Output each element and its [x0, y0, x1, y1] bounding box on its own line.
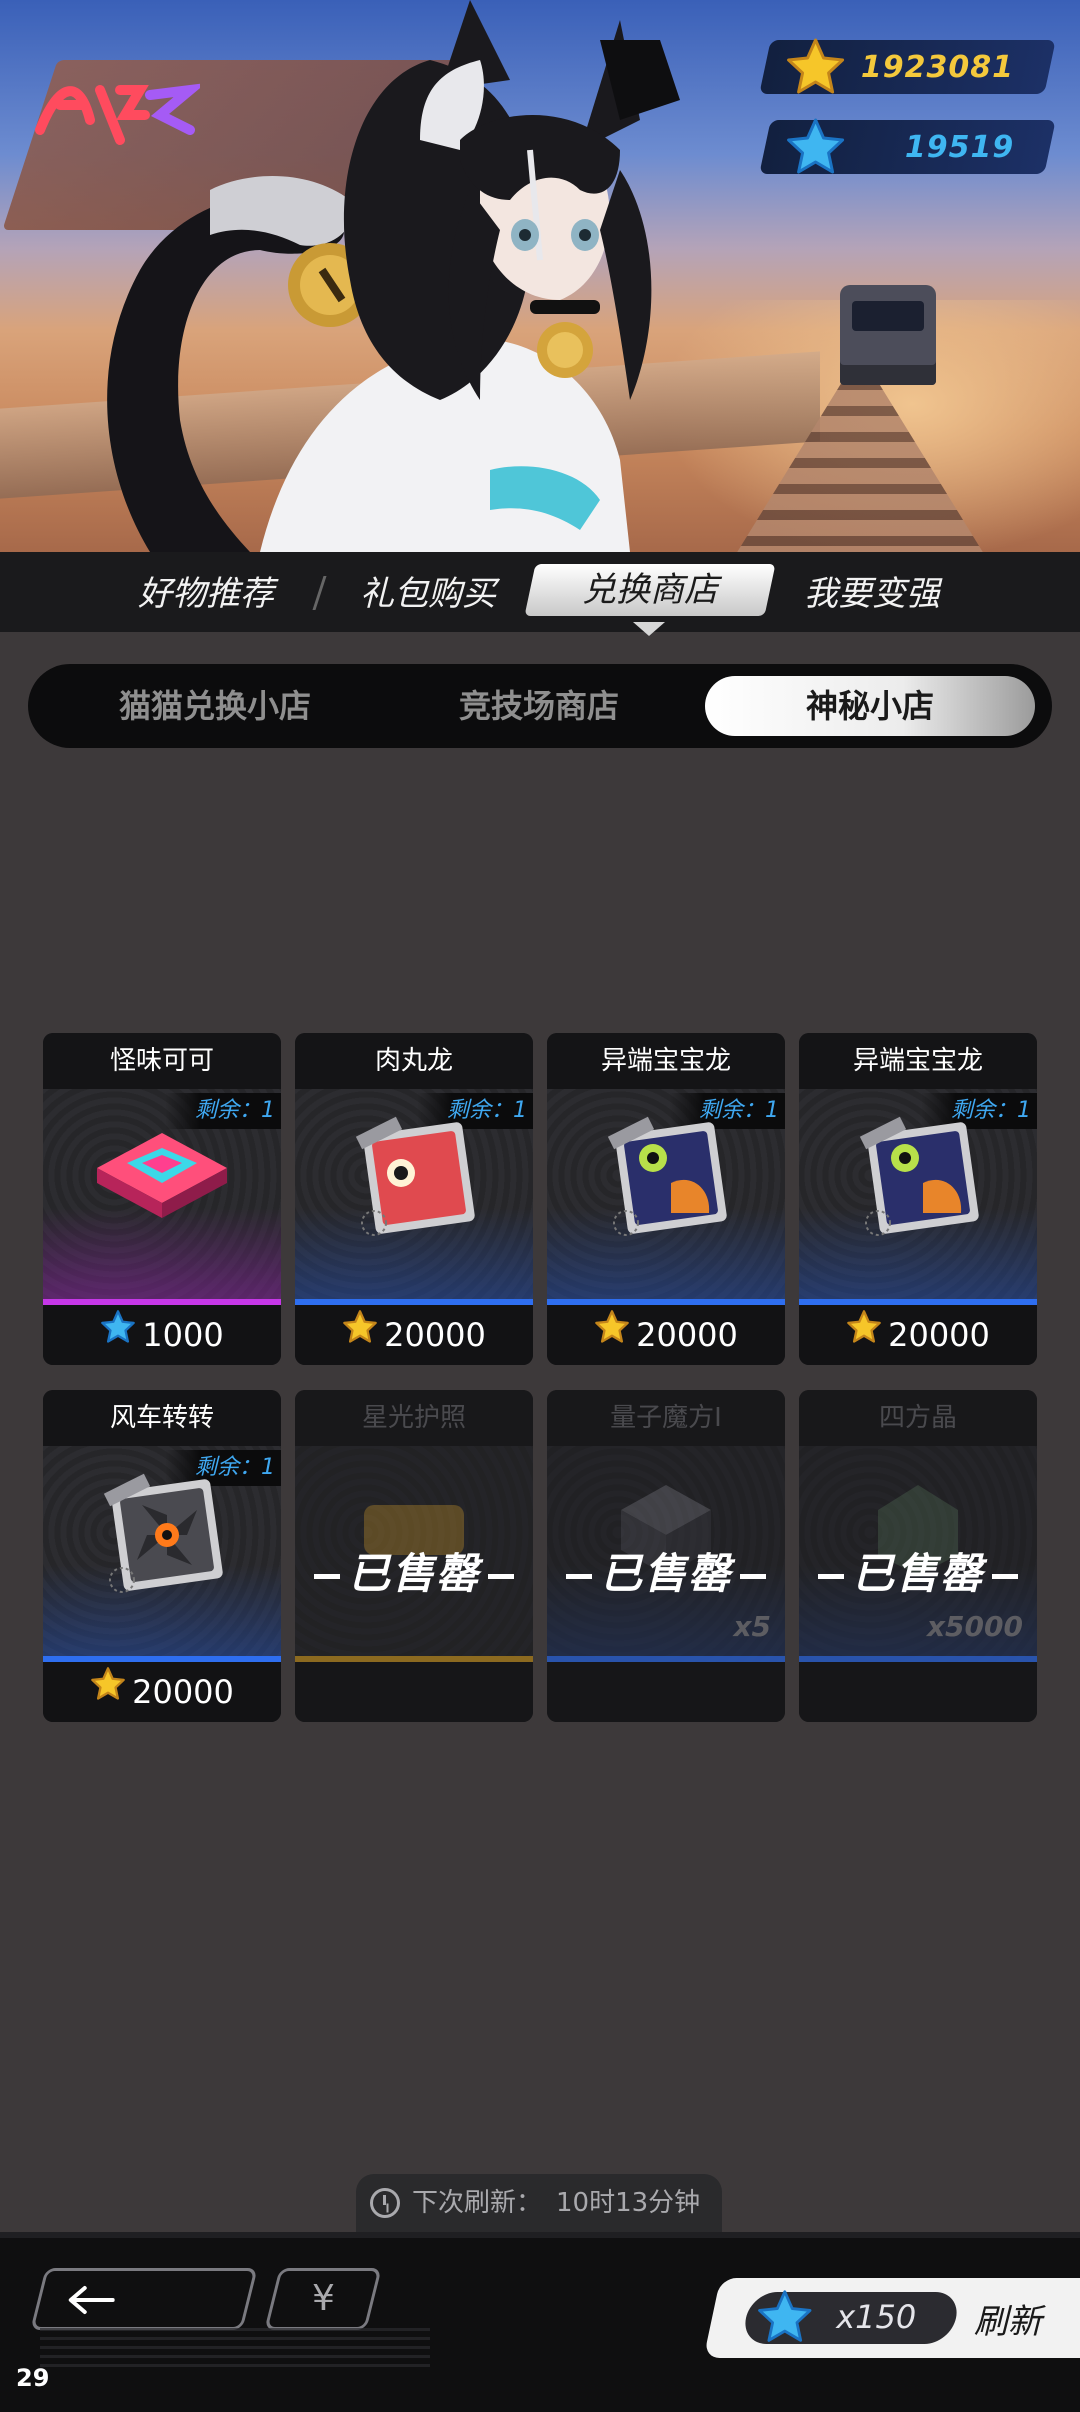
shop-item-card-sold-out: 四方晶 已售罄 x5000: [799, 1390, 1037, 1722]
game-logo: [35, 83, 200, 145]
item-quantity: x5000: [927, 1610, 1023, 1643]
item-name: 风车转转: [43, 1390, 281, 1446]
shop-item-card-sold-out: 星光护照 已售罄: [295, 1390, 533, 1722]
subtab-cat-exchange-shop[interactable]: 猫猫兑换小店: [50, 676, 380, 736]
cocoa-box-icon: [97, 1133, 227, 1218]
refresh-cost-amount: x150: [836, 2298, 917, 2336]
item-name: 星光护照: [295, 1390, 533, 1446]
star-icon: [846, 1304, 882, 1364]
shop-category-tabs: 好物推荐 礼包购买 兑换商店 我要变强: [0, 552, 1080, 632]
blue-star-gem-icon: [785, 116, 847, 182]
bottom-bar: ¥ x150 刷新: [0, 2232, 1080, 2412]
fps-counter: 29: [16, 2364, 50, 2392]
star-currency-amount: 1923081: [860, 50, 1014, 85]
star-icon: [785, 36, 847, 102]
item-name: 四方晶: [799, 1390, 1037, 1446]
heretic-dragon-card-icon: [859, 1116, 979, 1236]
shop-item-card[interactable]: 肉丸龙 剩余：1 20000: [295, 1033, 533, 1365]
subtab-mystery-shop[interactable]: 神秘小店: [705, 676, 1035, 736]
hero-banner: 1923081 19519: [0, 0, 1080, 552]
refresh-shop-button[interactable]: x150 刷新: [703, 2278, 1080, 2358]
item-price[interactable]: 20000: [547, 1305, 785, 1365]
pinwheel-card-icon: [103, 1473, 223, 1593]
sold-out-label: 已售罄: [799, 1540, 1037, 1601]
refresh-button-label: 刷新: [973, 2302, 1042, 2342]
star-icon: [342, 1304, 378, 1364]
item-name: 异端宝宝龙: [799, 1033, 1037, 1089]
tab-recommended[interactable]: 好物推荐: [138, 566, 274, 615]
item-quantity: x5: [733, 1610, 771, 1643]
item-price-empty: [799, 1662, 1037, 1722]
heretic-dragon-card-icon: [607, 1116, 727, 1236]
gem-currency-display: 19519: [759, 118, 1056, 174]
sold-out-label: 已售罄: [295, 1540, 533, 1601]
tab-exchange-shop[interactable]: 兑换商店: [524, 564, 776, 616]
shop-item-card[interactable]: 异端宝宝龙 剩余：1 20000: [799, 1033, 1037, 1365]
decorative-text-lines: [40, 2328, 430, 2370]
shop-item-card[interactable]: 怪味可可 剩余：1 1000: [43, 1033, 281, 1365]
shop-item-card[interactable]: 异端宝宝龙 剩余：1 20000: [547, 1033, 785, 1365]
next-refresh-label: 下次刷新：: [412, 2188, 543, 2218]
sold-out-label: 已售罄: [547, 1540, 785, 1601]
recharge-button[interactable]: ¥: [264, 2268, 382, 2330]
item-name: 异端宝宝龙: [547, 1033, 785, 1089]
star-currency-display: 1923081: [759, 38, 1056, 94]
back-arrow-icon: [68, 2286, 115, 2314]
tab-get-stronger[interactable]: 我要变强: [804, 566, 940, 615]
item-price[interactable]: 20000: [295, 1305, 533, 1365]
item-price-empty: [547, 1662, 785, 1722]
exchange-shop-subtabs: 猫猫兑换小店 竞技场商店 神秘小店: [28, 664, 1052, 748]
clock-icon: [370, 2188, 400, 2218]
yen-icon: ¥: [311, 2278, 335, 2319]
item-price[interactable]: 1000: [43, 1305, 281, 1365]
blue-star-gem-icon: [100, 1304, 136, 1364]
tab-divider: [312, 576, 327, 610]
selected-tab-indicator: [633, 622, 665, 636]
gem-currency-amount: 19519: [904, 130, 1014, 165]
blue-star-gem-icon: [756, 2288, 814, 2350]
item-name: 量子魔方I: [547, 1390, 785, 1446]
subtab-arena-shop[interactable]: 竞技场商店: [374, 676, 704, 736]
star-icon: [90, 1661, 126, 1721]
item-name: 怪味可可: [43, 1033, 281, 1089]
shop-item-card[interactable]: 风车转转 剩余：1 20000: [43, 1390, 281, 1722]
item-price[interactable]: 20000: [43, 1662, 281, 1722]
meatball-dragon-card-icon: [355, 1116, 475, 1236]
tab-gift-packs[interactable]: 礼包购买: [360, 566, 496, 615]
item-price[interactable]: 20000: [799, 1305, 1037, 1365]
next-refresh-timer: 下次刷新： 10时13分钟: [356, 2174, 722, 2232]
hero-train: [840, 285, 936, 385]
item-price-empty: [295, 1662, 533, 1722]
refresh-cost: x150: [740, 2290, 962, 2344]
star-icon: [594, 1304, 630, 1364]
back-button[interactable]: [30, 2268, 258, 2330]
next-refresh-time: 10时13分钟: [556, 2188, 701, 2218]
item-name: 肉丸龙: [295, 1033, 533, 1089]
shop-item-card-sold-out: 量子魔方I 已售罄 x5: [547, 1390, 785, 1722]
